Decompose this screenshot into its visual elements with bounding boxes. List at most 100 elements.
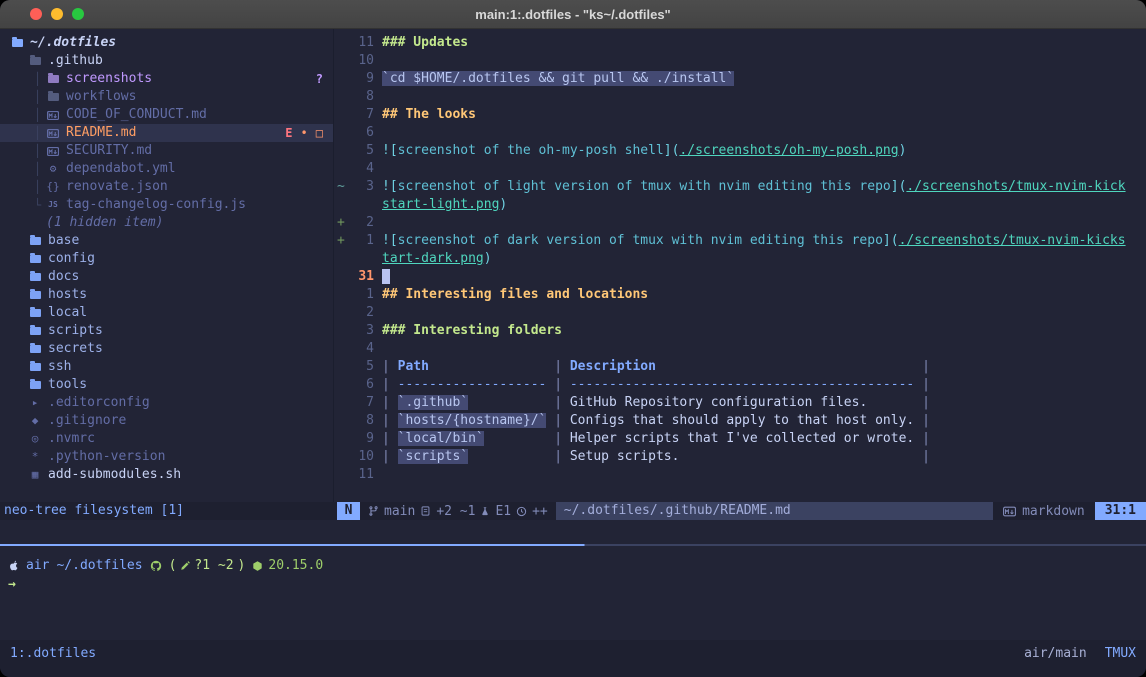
tree-item[interactable]: config — [0, 250, 333, 268]
tree-item[interactable]: scripts — [0, 322, 333, 340]
syntax-segment: | — [554, 359, 570, 374]
syntax-segment: | — [382, 449, 398, 464]
tree-item[interactable]: │SECURITY.md — [0, 142, 333, 160]
editor-row[interactable]: +2 — [334, 214, 1146, 232]
star-icon: * — [28, 448, 42, 466]
editor-row[interactable]: 4 — [334, 340, 1146, 358]
editor[interactable]: 11### Updates 10 9`cd $HOME/.dotfiles &&… — [334, 29, 1146, 502]
editor-row[interactable]: 7| `.github` | GitHub Repository configu… — [334, 394, 1146, 412]
syntax-segment: | — [554, 395, 570, 410]
editor-row[interactable]: 10 — [334, 52, 1146, 70]
close-button[interactable] — [30, 8, 42, 20]
flask-icon — [480, 505, 490, 517]
shell-pane[interactable]: air ~/.dotfiles (?1 ~2) 20.15.0 → — [0, 546, 1146, 640]
editor-row[interactable]: 9`cd $HOME/.dotfiles && git pull && ./in… — [334, 70, 1146, 88]
editor-line-text: start-light.png) — [382, 196, 1146, 214]
filetype-section: markdown — [993, 504, 1095, 519]
prompt-arrow: → — [8, 575, 16, 594]
tree-item[interactable]: ~/.dotfiles — [0, 34, 333, 52]
editor-row[interactable]: 5![screenshot of the oh-my-posh shell](.… — [334, 142, 1146, 160]
statusline-extra: ++ — [532, 504, 548, 519]
prompt-path: ~/.dotfiles — [56, 556, 142, 575]
editor-line-text — [382, 304, 1146, 322]
tree-item[interactable]: │{}renovate.json — [0, 178, 333, 196]
editor-row[interactable]: ~3![screenshot of light version of tmux … — [334, 178, 1146, 196]
tree-item[interactable]: *.python-version — [0, 448, 333, 466]
gutter-sign — [334, 106, 350, 124]
neotree-sidebar[interactable]: ~/.dotfiles.github│screenshots?│workflow… — [0, 29, 334, 502]
line-number: 10 — [350, 448, 374, 466]
file-tree[interactable]: ~/.dotfiles.github│screenshots?│workflow… — [0, 29, 333, 489]
tree-item[interactable]: └JStag-changelog-config.js — [0, 196, 333, 214]
line-number: 10 — [350, 52, 374, 70]
tree-item-label: local — [48, 304, 87, 322]
tree-item[interactable]: │CODE_OF_CONDUCT.md — [0, 106, 333, 124]
editor-row[interactable]: start-light.png) — [334, 196, 1146, 214]
pencil-icon — [180, 561, 190, 571]
editor-buffer[interactable]: 11### Updates 10 9`cd $HOME/.dotfiles &&… — [334, 29, 1146, 489]
tree-item[interactable]: secrets — [0, 340, 333, 358]
tree-guide — [34, 214, 46, 232]
prompt-input-line[interactable]: → — [8, 575, 1138, 594]
editor-row[interactable]: 9| `local/bin` | Helper scripts that I'v… — [334, 430, 1146, 448]
editor-row[interactable]: 8| `hosts/{hostname}/` | Configs that sh… — [334, 412, 1146, 430]
tree-item[interactable]: │screenshots? — [0, 70, 333, 88]
editor-row[interactable]: +1![screenshot of dark version of tmux w… — [334, 232, 1146, 250]
minimize-button[interactable] — [51, 8, 63, 20]
line-number: 2 — [350, 304, 374, 322]
tree-item[interactable]: ▦add-submodules.sh — [0, 466, 333, 484]
tree-item[interactable]: base — [0, 232, 333, 250]
editor-row[interactable]: 11 — [334, 466, 1146, 484]
tree-item-label: secrets — [48, 340, 103, 358]
gutter-sign — [334, 52, 350, 70]
editor-row[interactable]: 31 — [334, 268, 1146, 286]
tree-item[interactable]: (1 hidden item) — [0, 214, 333, 232]
tree-item[interactable]: │workflows — [0, 88, 333, 106]
line-number: 7 — [350, 106, 374, 124]
syntax-segment: | — [382, 413, 398, 428]
editor-row[interactable]: tart-dark.png) — [334, 250, 1146, 268]
tree-item[interactable]: │⚙dependabot.yml — [0, 160, 333, 178]
tree-item[interactable]: ◆.gitignore — [0, 412, 333, 430]
node-section: 20.15.0 — [252, 556, 323, 575]
editor-row[interactable]: 4 — [334, 160, 1146, 178]
tree-item[interactable]: local — [0, 304, 333, 322]
tree-item-label: SECURITY.md — [66, 142, 152, 160]
markdown-file-icon — [46, 129, 60, 138]
zoom-button[interactable] — [72, 8, 84, 20]
editor-row[interactable]: 7## The looks — [334, 106, 1146, 124]
tree-item[interactable]: tools — [0, 376, 333, 394]
tree-item[interactable]: docs — [0, 268, 333, 286]
tmux-statusbar: 1:.dotfiles air/main TMUX — [0, 640, 1146, 677]
editor-row[interactable]: 1## Interesting files and locations — [334, 286, 1146, 304]
tree-item[interactable]: ◎.nvmrc — [0, 430, 333, 448]
prompt-host: air — [26, 556, 49, 575]
status-badge: □ — [316, 124, 323, 142]
editor-row[interactable]: 3### Interesting folders — [334, 322, 1146, 340]
syntax-segment: `.github` — [398, 395, 468, 410]
editor-row[interactable]: 6| ------------------- | ---------------… — [334, 376, 1146, 394]
cursor-position: 31:1 — [1095, 502, 1146, 520]
gutter-sign — [334, 70, 350, 88]
line-number: 4 — [350, 340, 374, 358]
tree-item[interactable]: ▸.editorconfig — [0, 394, 333, 412]
tree-item[interactable]: ssh — [0, 358, 333, 376]
editor-row[interactable]: 2 — [334, 304, 1146, 322]
tree-item-label: .github — [48, 52, 103, 70]
syntax-segment: | — [922, 431, 930, 446]
tree-item-label: hosts — [48, 286, 87, 304]
node-icon — [252, 560, 263, 572]
tree-item[interactable]: hosts — [0, 286, 333, 304]
editor-row[interactable]: 8 — [334, 88, 1146, 106]
editor-row[interactable]: 10| `scripts` | Setup scripts. | — [334, 448, 1146, 466]
line-number: 5 — [350, 142, 374, 160]
editor-row[interactable]: 11### Updates — [334, 34, 1146, 52]
folder-icon — [28, 309, 42, 317]
tree-item[interactable]: │README.mdE•□ — [0, 124, 333, 142]
tmux-window-item[interactable]: 1:.dotfiles — [10, 646, 96, 661]
tree-item[interactable]: .github — [0, 52, 333, 70]
editor-row[interactable]: 5| Path | Description | — [334, 358, 1146, 376]
gutter-sign — [334, 124, 350, 142]
editor-row[interactable]: 6 — [334, 124, 1146, 142]
tmux-right-section: air/main TMUX — [1024, 646, 1136, 661]
